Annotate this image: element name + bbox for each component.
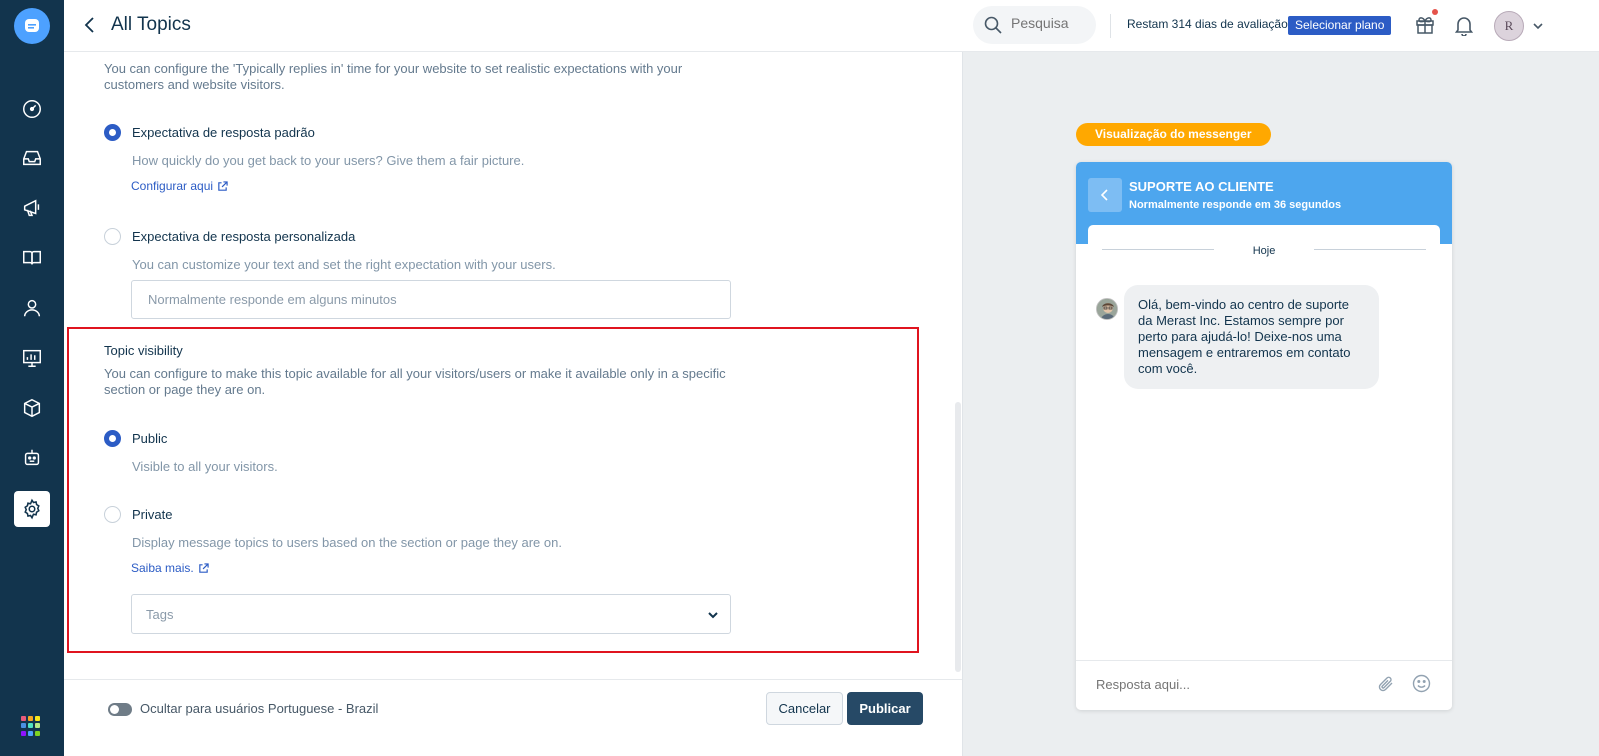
custom-response-label: Expectativa de resposta personalizada xyxy=(132,229,356,244)
reports-icon xyxy=(23,349,41,367)
hide-for-language-toggle[interactable] xyxy=(108,703,132,716)
day-label: Hoje xyxy=(1252,245,1276,257)
knowledge-base-icon xyxy=(23,250,41,265)
app-logo[interactable] xyxy=(14,8,50,44)
learn-more-text: Saiba mais. xyxy=(131,561,194,575)
agent-photo-icon xyxy=(1097,299,1117,319)
back-arrow-icon[interactable] xyxy=(80,14,100,36)
notification-dot xyxy=(1432,9,1438,15)
preview-badge: Visualização do messenger xyxy=(1076,123,1271,146)
apps-icon xyxy=(23,398,41,418)
search-icon xyxy=(984,16,1002,34)
campaigns-icon xyxy=(23,199,40,217)
inbox-icon xyxy=(23,150,41,166)
reply-composer xyxy=(1076,660,1452,710)
tags-select[interactable]: Tags xyxy=(131,594,731,634)
publish-button[interactable]: Publicar xyxy=(847,692,923,725)
day-divider-right xyxy=(1314,249,1426,250)
bot-icon xyxy=(24,449,40,466)
conversation-body: Hoje Olá, bem-vindo ao centro de suporte… xyxy=(1088,225,1440,651)
settings-icon xyxy=(24,498,40,520)
public-label: Public xyxy=(132,431,168,446)
emoji-icon[interactable] xyxy=(1412,674,1431,693)
sidebar-item-dashboard[interactable] xyxy=(14,91,50,127)
footer-bar: Ocultar para usuários Portuguese - Brazi… xyxy=(64,679,962,756)
settings-scrollbar[interactable] xyxy=(955,402,961,672)
chevron-left-icon xyxy=(1100,189,1108,201)
radio-private[interactable] xyxy=(104,506,121,523)
search-input[interactable] xyxy=(1011,15,1091,31)
custom-response-help: You can customize your text and set the … xyxy=(132,257,556,272)
page-title: All Topics xyxy=(111,14,191,35)
radio-public[interactable] xyxy=(104,430,121,447)
contacts-icon xyxy=(23,299,41,317)
reply-input[interactable] xyxy=(1096,677,1356,692)
topic-visibility-description: You can configure to make this topic ava… xyxy=(104,366,726,397)
radio-custom-response[interactable] xyxy=(104,228,121,245)
response-description: You can configure the 'Typically replies… xyxy=(104,61,683,92)
radio-default-response[interactable] xyxy=(104,124,121,141)
gift-icon[interactable] xyxy=(1414,13,1436,35)
sidebar xyxy=(0,0,64,756)
cancel-button[interactable]: Cancelar xyxy=(766,692,843,725)
external-link-icon xyxy=(198,562,209,573)
chat-logo-icon xyxy=(25,19,39,32)
reply-time: Normalmente responde em 36 segundos xyxy=(1129,199,1342,211)
topic-visibility-title: Topic visibility xyxy=(104,343,183,358)
top-header: All Topics Restam 314 dias de avaliação … xyxy=(64,0,1599,52)
apps-grid-icon[interactable] xyxy=(21,716,41,736)
dashboard-icon xyxy=(23,100,41,118)
day-divider-left xyxy=(1102,249,1214,250)
default-response-label: Expectativa de resposta padrão xyxy=(132,125,315,140)
header-divider xyxy=(1110,14,1111,38)
private-help: Display message topics to users based on… xyxy=(132,535,562,550)
messenger-back-button[interactable] xyxy=(1088,178,1122,212)
private-label: Private xyxy=(132,507,173,522)
app: All Topics Restam 314 dias de avaliação … xyxy=(0,0,1599,756)
sidebar-item-inbox[interactable] xyxy=(14,140,50,176)
search-box[interactable] xyxy=(973,6,1096,44)
bell-icon[interactable] xyxy=(1454,14,1474,36)
trial-days-text: Restam 314 dias de avaliação xyxy=(1127,17,1288,31)
external-link-icon xyxy=(218,180,228,191)
default-response-help: How quickly do you get back to your user… xyxy=(132,153,525,168)
sidebar-item-settings[interactable] xyxy=(14,491,50,527)
configure-here-text: Configurar aqui xyxy=(131,179,214,193)
agent-avatar xyxy=(1096,298,1118,320)
messenger-preview-pane: Visualização do messenger SUPORTE AO CLI… xyxy=(962,52,1599,756)
chevron-down-icon[interactable] xyxy=(1532,20,1544,32)
user-avatar[interactable]: R xyxy=(1494,11,1524,41)
custom-response-input[interactable]: Normalmente responde em alguns minutos xyxy=(131,280,731,319)
paperclip-icon[interactable] xyxy=(1377,675,1395,693)
welcome-message: Olá, bem-vindo ao centro de suporte da M… xyxy=(1124,285,1379,389)
public-help: Visible to all your visitors. xyxy=(132,459,278,474)
chevron-down-icon xyxy=(708,612,718,619)
sidebar-item-contacts[interactable] xyxy=(14,290,50,326)
configure-here-link[interactable]: Configurar aqui xyxy=(131,179,228,193)
tags-placeholder: Tags xyxy=(146,607,174,622)
sidebar-item-campaigns[interactable] xyxy=(14,190,50,226)
sidebar-item-apps[interactable] xyxy=(14,390,50,426)
learn-more-link[interactable]: Saiba mais. xyxy=(131,561,209,575)
hide-for-language-label: Ocultar para usuários Portuguese - Brazi… xyxy=(140,701,379,716)
sidebar-item-reports[interactable] xyxy=(14,340,50,376)
team-name: SUPORTE AO CLIENTE xyxy=(1129,179,1274,194)
sidebar-item-knowledge-base[interactable] xyxy=(14,240,50,276)
messenger-widget: SUPORTE AO CLIENTE Normalmente responde … xyxy=(1076,162,1452,710)
sidebar-item-bot[interactable] xyxy=(14,440,50,476)
select-plan-button[interactable]: Selecionar plano xyxy=(1288,16,1392,35)
